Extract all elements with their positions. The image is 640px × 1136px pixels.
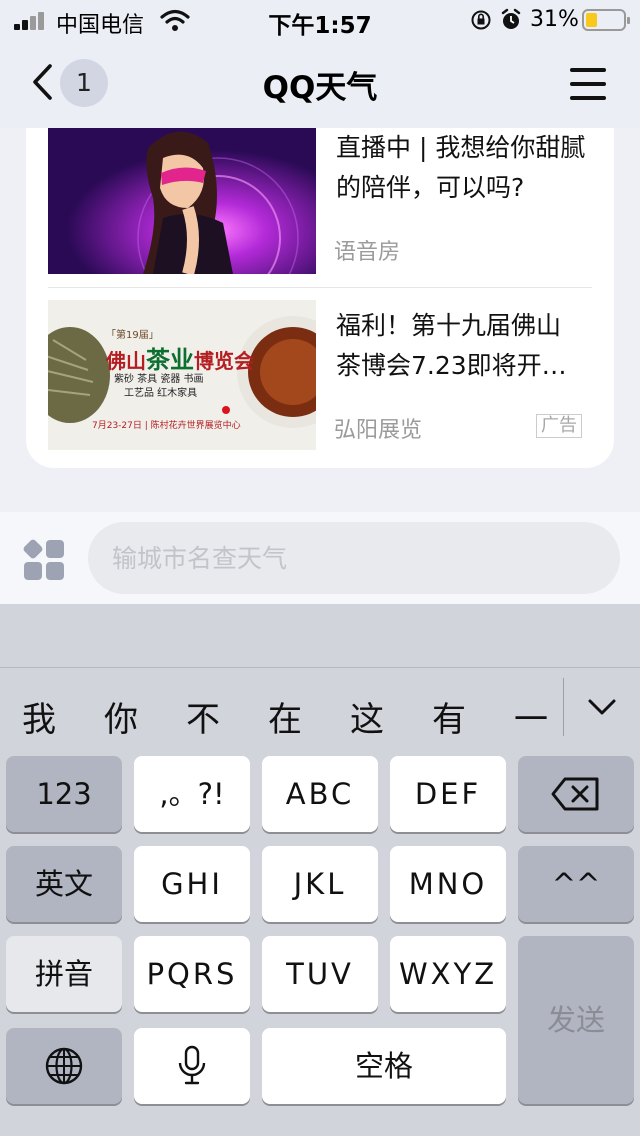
chevron-down-icon[interactable] — [586, 696, 618, 718]
candidate-word[interactable]: 你 — [104, 692, 138, 741]
hamburger-menu-icon[interactable] — [570, 68, 608, 100]
key-label: 123 — [36, 777, 92, 811]
divider — [48, 287, 592, 288]
key-emoticon[interactable]: ^^ — [518, 846, 634, 922]
key-tuv[interactable]: TUV — [262, 936, 378, 1012]
banner-date: 7月23-27日 | 陈村花卉世界展览中心 — [92, 421, 241, 431]
banner-line2: 工艺品 红木家具 — [124, 388, 198, 399]
tea-expo-banner[interactable]: 「第19届」 佛山茶业博览会 紫砂 茶具 瓷器 书画 工艺品 红木家具 7月23… — [48, 300, 316, 450]
key-label: PQRS — [146, 957, 238, 991]
status-icons — [471, 8, 521, 30]
candidate-word[interactable]: 一 — [514, 692, 548, 741]
city-search-input[interactable] — [88, 522, 620, 594]
battery-percent: 31% — [530, 7, 579, 32]
status-bar: 中国电信 下午1:57 31% — [0, 0, 640, 40]
feed-item-source: 弘阳展览 — [334, 418, 423, 443]
banner-edition: 「第19届」 — [106, 330, 159, 341]
battery-icon — [582, 9, 630, 31]
input-bar — [0, 512, 640, 604]
key-label: 英文 — [34, 867, 93, 901]
key-label: MNO — [408, 867, 488, 901]
key-mno[interactable]: MNO — [390, 846, 506, 922]
candidate-word[interactable]: 我 — [22, 692, 56, 741]
key-def[interactable]: DEF — [390, 756, 506, 832]
feed-item-live[interactable]: 直播中 | 我想给你甜腻的陪伴，可以吗? 语音房 — [48, 128, 592, 274]
navigation-bar: 1 QQ天气 — [0, 40, 640, 128]
key-abc[interactable]: ABC — [262, 756, 378, 832]
key-jkl[interactable]: JKL — [262, 846, 378, 922]
feed-item-headline-line1: 福利！第十九届佛山 — [336, 311, 562, 340]
feed-item-ad[interactable]: 「第19届」 佛山茶业博览会 紫砂 茶具 瓷器 书画 工艺品 红木家具 7月23… — [48, 300, 592, 450]
page-title: QQ天气 — [262, 70, 378, 106]
candidate-word[interactable]: 这 — [350, 692, 384, 741]
key-pinyin[interactable]: 拼音 — [6, 936, 122, 1012]
key-label: 发送 — [546, 1003, 605, 1037]
candidate-word[interactable]: 不 — [186, 692, 220, 741]
candidate-divider — [563, 678, 564, 736]
key-label: DEF — [414, 777, 482, 811]
masked-woman-illustration — [48, 128, 316, 274]
alarm-icon — [501, 8, 521, 29]
key-label: ,。?! — [159, 777, 225, 811]
candidate-word[interactable]: 有 — [432, 692, 466, 741]
key-label: TUV — [286, 957, 354, 991]
key-ghi[interactable]: GHI — [134, 846, 250, 922]
key-globe[interactable] — [6, 1028, 122, 1104]
feed-item-source: 语音房 — [334, 240, 401, 265]
feed-item-headline[interactable]: 直播中 | 我想给你甜腻的陪伴，可以吗? — [336, 128, 592, 212]
key-punctuation[interactable]: ,。?! — [134, 756, 250, 832]
ad-badge: 广告 — [536, 414, 582, 438]
microphone-icon — [178, 1045, 206, 1085]
candidate-word[interactable]: 在 — [268, 692, 302, 741]
top-bar: 中国电信 下午1:57 31% 1 QQ天气 — [0, 0, 640, 128]
app-grid-icon[interactable] — [22, 538, 66, 582]
feed-card: 直播中 | 我想给你甜腻的陪伴，可以吗? 语音房 「第19届」 佛山茶业博览会 … — [26, 100, 614, 468]
key-delete[interactable] — [518, 756, 634, 832]
key-label: GHI — [161, 867, 223, 901]
feed-item-headline[interactable]: 福利！第十九届佛山 茶博会7.23即将开… — [336, 306, 592, 386]
backspace-icon — [551, 777, 599, 811]
key-label: 空格 — [354, 1049, 413, 1083]
key-microphone[interactable] — [134, 1028, 250, 1104]
thumbnail-live[interactable] — [48, 128, 316, 274]
feed-item-headline-line2: 茶博会7.23即将开… — [336, 351, 567, 380]
key-label: ^^ — [551, 867, 601, 901]
key-wxyz[interactable]: WXYZ — [390, 936, 506, 1012]
key-pqrs[interactable]: PQRS — [134, 936, 250, 1012]
key-space[interactable]: 空格 — [262, 1028, 506, 1104]
battery-fill — [586, 13, 597, 27]
keyboard-top-divider — [0, 667, 640, 668]
globe-icon — [45, 1047, 83, 1085]
orientation-lock-icon — [471, 10, 491, 30]
send-button[interactable]: 发送 — [518, 936, 634, 1104]
keyboard: 我 你 不 在 这 有 一 123 ,。?! ABC DEF 英文 GHI JK… — [0, 604, 640, 1136]
key-label: ABC — [285, 777, 355, 811]
banner-line1: 紫砂 茶具 瓷器 书画 — [114, 374, 204, 385]
key-english[interactable]: 英文 — [6, 846, 122, 922]
key-label: JKL — [293, 867, 347, 901]
key-label: 拼音 — [34, 957, 93, 991]
key-123[interactable]: 123 — [6, 756, 122, 832]
key-label: WXYZ — [398, 957, 498, 991]
